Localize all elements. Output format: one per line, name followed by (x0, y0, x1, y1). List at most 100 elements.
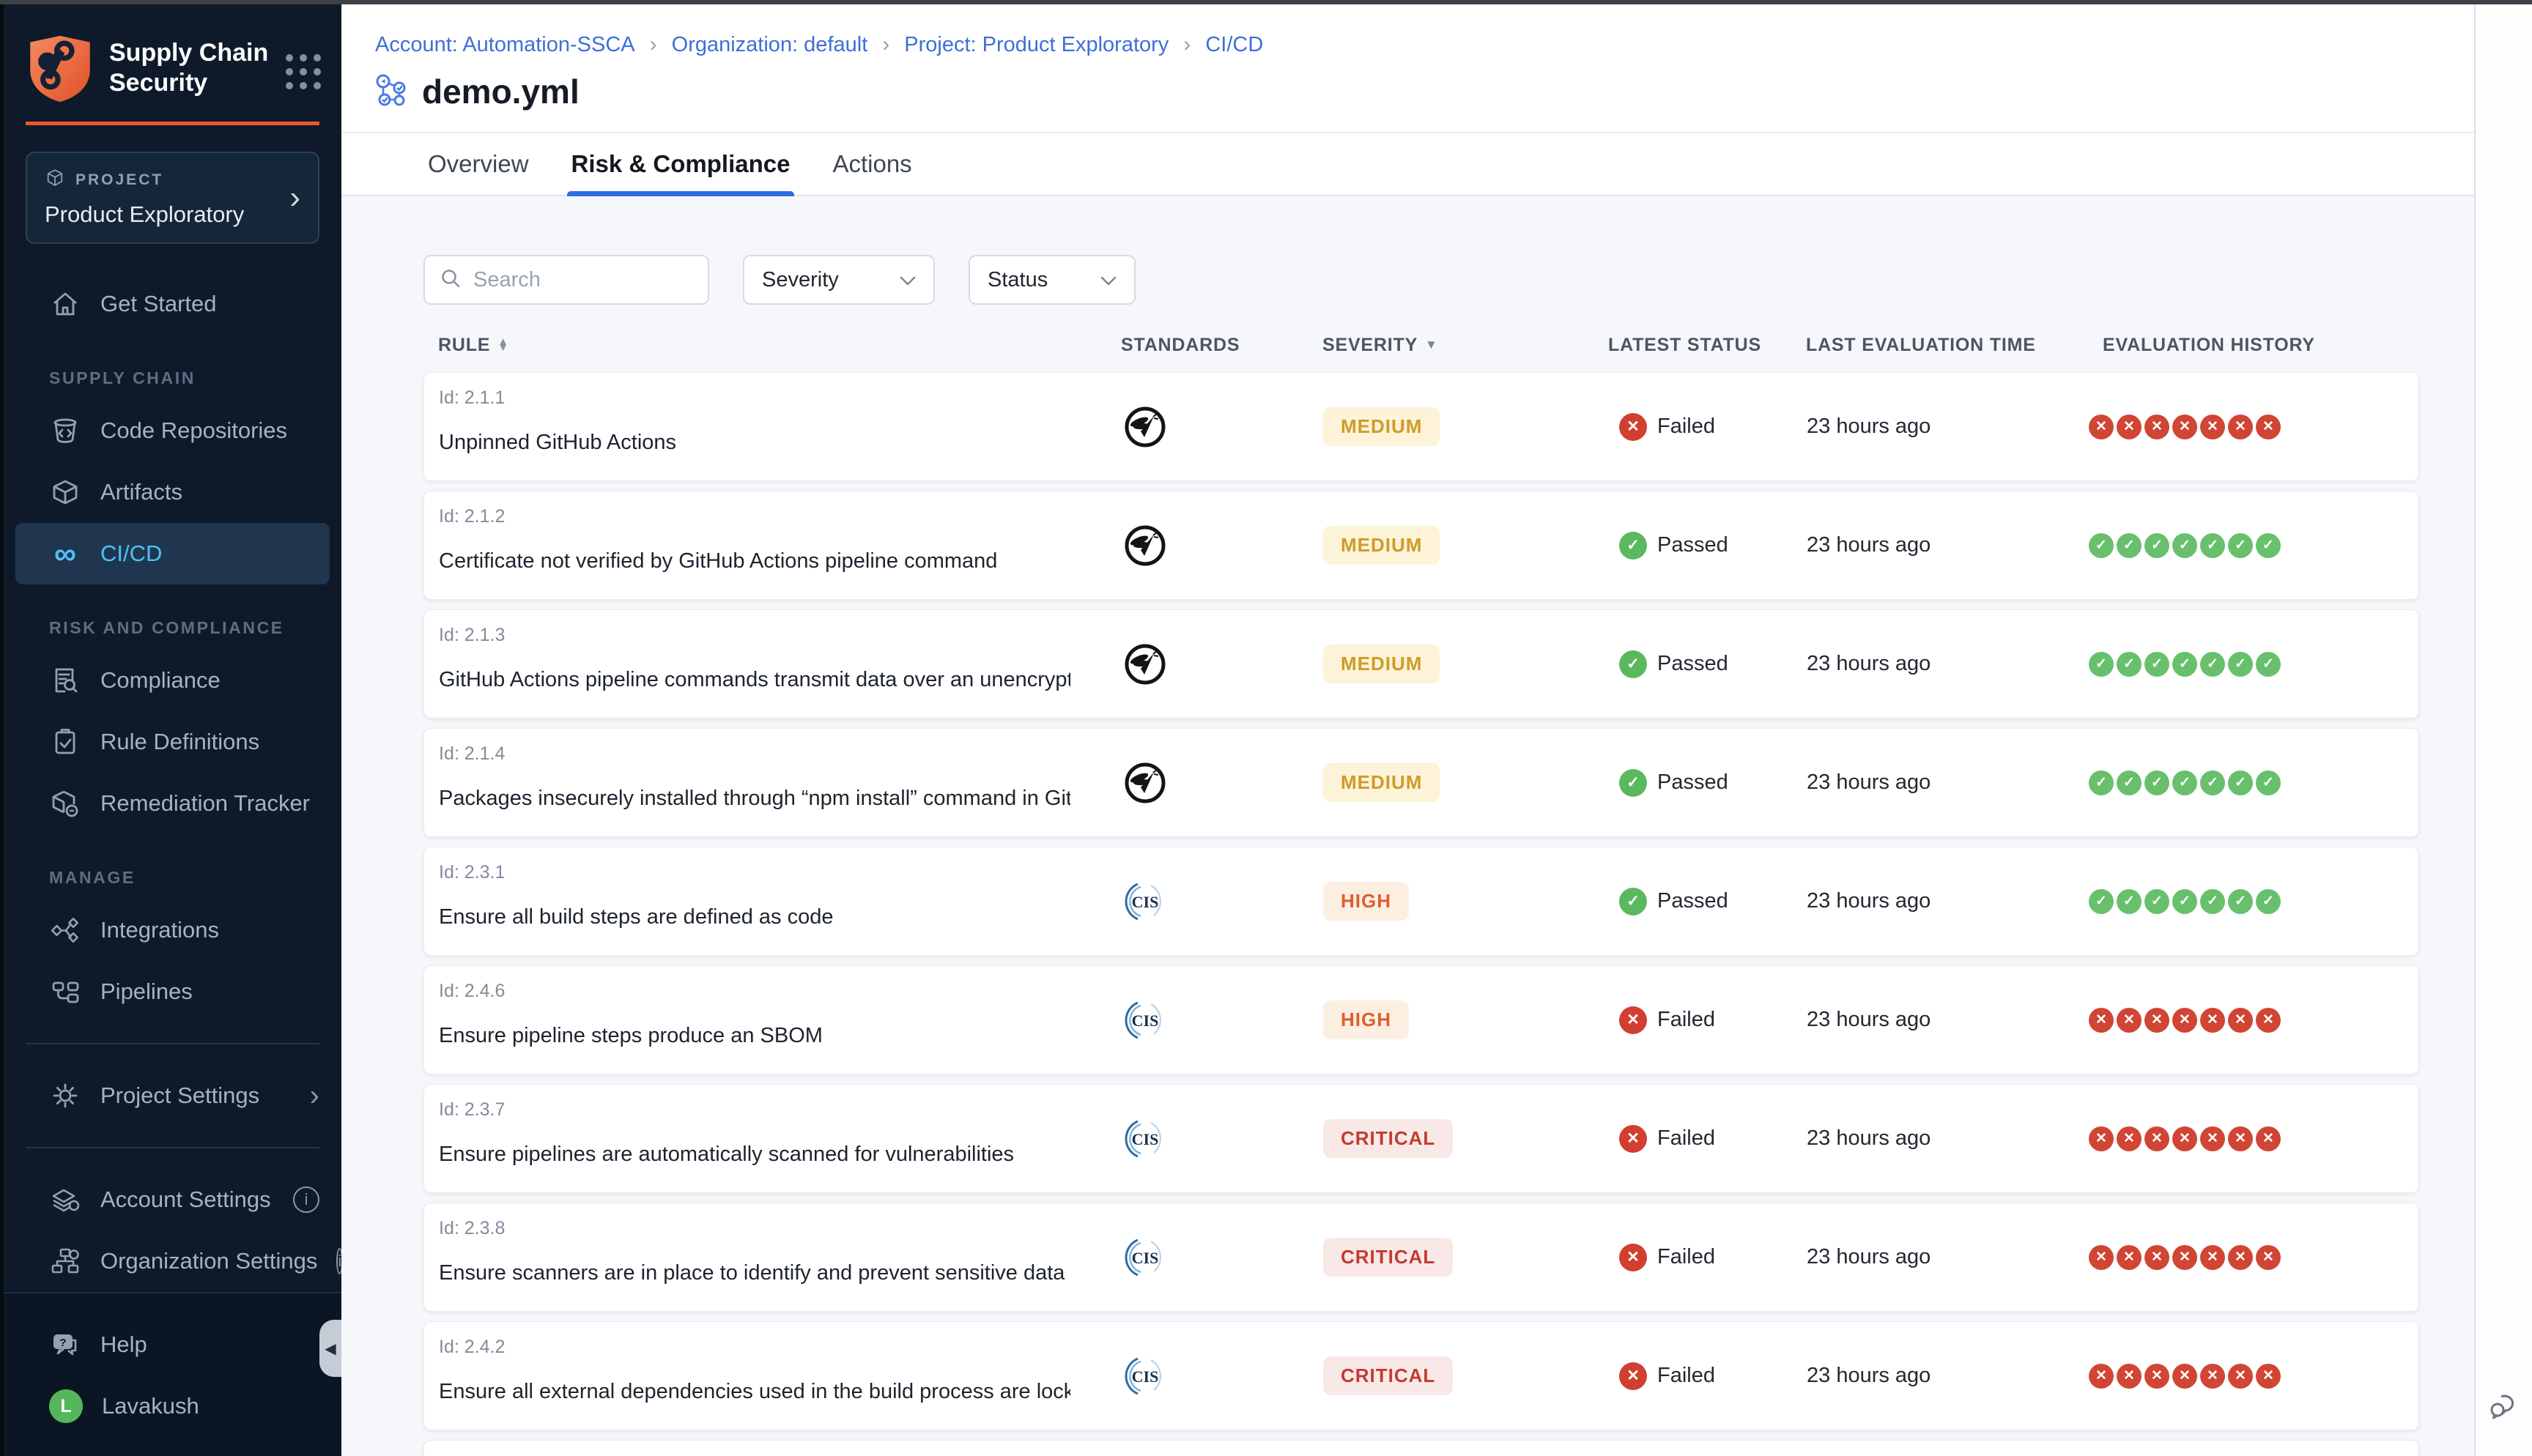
history-failed-icon[interactable]: ✕ (2144, 1364, 2169, 1389)
history-failed-icon[interactable]: ✕ (2228, 1126, 2253, 1151)
history-passed-icon[interactable]: ✓ (2144, 889, 2169, 914)
history-passed-icon[interactable]: ✓ (2144, 533, 2169, 558)
history-failed-icon[interactable]: ✕ (2200, 1364, 2225, 1389)
history-passed-icon[interactable]: ✓ (2256, 889, 2281, 914)
history-failed-icon[interactable]: ✕ (2172, 1245, 2197, 1270)
sidebar-item-artifacts[interactable]: Artifacts (4, 461, 341, 523)
history-failed-icon[interactable]: ✕ (2256, 1008, 2281, 1033)
history-failed-icon[interactable]: ✕ (2089, 1126, 2114, 1151)
app-grid-icon[interactable] (286, 54, 321, 89)
history-passed-icon[interactable]: ✓ (2172, 889, 2197, 914)
history-passed-icon[interactable]: ✓ (2200, 770, 2225, 795)
sidebar-item-remediation-tracker[interactable]: Remediation Tracker (4, 773, 341, 834)
breadcrumb-link[interactable]: Account: Automation-SSCA (375, 33, 635, 57)
sidebar-item-get-started[interactable]: Get Started (4, 273, 341, 335)
breadcrumb-link[interactable]: CI/CD (1205, 33, 1263, 57)
tab-overview[interactable]: Overview (423, 133, 533, 195)
history-passed-icon[interactable]: ✓ (2117, 889, 2142, 914)
history-failed-icon[interactable]: ✕ (2117, 415, 2142, 439)
table-row[interactable]: Id: 2.1.1 Unpinned GitHub Actions CIS (423, 372, 2419, 481)
history-failed-icon[interactable]: ✕ (2089, 1245, 2114, 1270)
history-passed-icon[interactable]: ✓ (2172, 770, 2197, 795)
history-failed-icon[interactable]: ✕ (2089, 1364, 2114, 1389)
history-failed-icon[interactable]: ✕ (2144, 1245, 2169, 1270)
sort-desc-icon[interactable]: ▼ (1425, 338, 1438, 352)
history-failed-icon[interactable]: ✕ (2172, 1364, 2197, 1389)
history-passed-icon[interactable]: ✓ (2256, 770, 2281, 795)
sidebar-item-cicd[interactable]: ∞ CI/CD (15, 523, 330, 584)
search-box[interactable] (423, 255, 709, 305)
table-row[interactable]: Id: 2.1.2 Certificate not verified by Gi… (423, 491, 2419, 600)
tab-actions[interactable]: Actions (828, 133, 916, 195)
sidebar-item-code-repositories[interactable]: Code Repositories (4, 400, 341, 461)
table-row[interactable]: Id: 3.1.7 CIS CRITICAL (423, 1440, 2419, 1456)
history-failed-icon[interactable]: ✕ (2200, 415, 2225, 439)
sidebar-item-organization-settings[interactable]: Organization Settings i (4, 1230, 341, 1292)
history-passed-icon[interactable]: ✓ (2228, 533, 2253, 558)
sidebar-item-user[interactable]: L Lavakush (4, 1375, 341, 1437)
table-row[interactable]: Id: 2.1.4 Packages insecurely installed … (423, 728, 2419, 837)
history-passed-icon[interactable]: ✓ (2228, 770, 2253, 795)
history-failed-icon[interactable]: ✕ (2200, 1245, 2225, 1270)
history-passed-icon[interactable]: ✓ (2117, 533, 2142, 558)
sidebar-item-project-settings[interactable]: Project Settings › (4, 1065, 341, 1126)
sidebar-collapse-handle[interactable]: ◀ (319, 1320, 341, 1377)
history-passed-icon[interactable]: ✓ (2144, 770, 2169, 795)
history-failed-icon[interactable]: ✕ (2228, 1364, 2253, 1389)
info-icon[interactable]: i (336, 1248, 341, 1274)
history-passed-icon[interactable]: ✓ (2228, 652, 2253, 677)
history-passed-icon[interactable]: ✓ (2089, 533, 2114, 558)
history-failed-icon[interactable]: ✕ (2117, 1126, 2142, 1151)
history-failed-icon[interactable]: ✕ (2089, 1008, 2114, 1033)
table-row[interactable]: Id: 2.3.8 Ensure scanners are in place t… (423, 1203, 2419, 1312)
history-passed-icon[interactable]: ✓ (2256, 652, 2281, 677)
history-passed-icon[interactable]: ✓ (2200, 533, 2225, 558)
history-failed-icon[interactable]: ✕ (2117, 1008, 2142, 1033)
history-failed-icon[interactable]: ✕ (2228, 1008, 2253, 1033)
project-selector[interactable]: PROJECT Product Exploratory › (26, 152, 319, 244)
history-failed-icon[interactable]: ✕ (2172, 1008, 2197, 1033)
history-passed-icon[interactable]: ✓ (2144, 652, 2169, 677)
history-failed-icon[interactable]: ✕ (2228, 1245, 2253, 1270)
history-failed-icon[interactable]: ✕ (2200, 1008, 2225, 1033)
search-input[interactable] (473, 268, 693, 292)
history-failed-icon[interactable]: ✕ (2256, 1364, 2281, 1389)
history-passed-icon[interactable]: ✓ (2200, 889, 2225, 914)
history-failed-icon[interactable]: ✕ (2144, 1008, 2169, 1033)
table-row[interactable]: Id: 2.4.2 Ensure all external dependenci… (423, 1321, 2419, 1430)
history-failed-icon[interactable]: ✕ (2228, 415, 2253, 439)
breadcrumb-link[interactable]: Project: Product Exploratory (904, 33, 1169, 57)
sidebar-item-help[interactable]: ? Help (4, 1314, 341, 1375)
status-filter[interactable]: Status (969, 255, 1136, 305)
table-row[interactable]: Id: 2.3.7 Ensure pipelines are automatic… (423, 1084, 2419, 1193)
sort-icon[interactable]: ▲▼ (497, 339, 509, 352)
history-failed-icon[interactable]: ✕ (2117, 1364, 2142, 1389)
history-failed-icon[interactable]: ✕ (2256, 1245, 2281, 1270)
history-passed-icon[interactable]: ✓ (2200, 652, 2225, 677)
column-rule[interactable]: RULE ▲▼ (423, 335, 1092, 356)
table-row[interactable]: Id: 2.1.3 GitHub Actions pipeline comman… (423, 609, 2419, 718)
history-passed-icon[interactable]: ✓ (2172, 652, 2197, 677)
history-failed-icon[interactable]: ✕ (2172, 415, 2197, 439)
sidebar-item-integrations[interactable]: Integrations (4, 899, 341, 961)
sidebar-item-pipelines[interactable]: Pipelines (4, 961, 341, 1022)
history-passed-icon[interactable]: ✓ (2172, 533, 2197, 558)
chat-assistant-icon[interactable] (2487, 1388, 2522, 1427)
history-failed-icon[interactable]: ✕ (2144, 415, 2169, 439)
history-passed-icon[interactable]: ✓ (2089, 770, 2114, 795)
tab-risk-compliance[interactable]: Risk & Compliance (567, 133, 795, 195)
table-row[interactable]: Id: 2.4.6 Ensure pipeline steps produce … (423, 965, 2419, 1074)
history-passed-icon[interactable]: ✓ (2089, 889, 2114, 914)
info-icon[interactable]: i (293, 1186, 319, 1213)
history-passed-icon[interactable]: ✓ (2256, 533, 2281, 558)
history-failed-icon[interactable]: ✕ (2089, 415, 2114, 439)
history-passed-icon[interactable]: ✓ (2117, 770, 2142, 795)
history-failed-icon[interactable]: ✕ (2256, 1126, 2281, 1151)
breadcrumb-link[interactable]: Organization: default (672, 33, 868, 57)
sidebar-item-account-settings[interactable]: Account Settings i (4, 1169, 341, 1230)
severity-filter[interactable]: Severity (743, 255, 935, 305)
history-failed-icon[interactable]: ✕ (2172, 1126, 2197, 1151)
history-passed-icon[interactable]: ✓ (2228, 889, 2253, 914)
sidebar-item-compliance[interactable]: Compliance (4, 650, 341, 711)
sidebar-item-rule-definitions[interactable]: Rule Definitions (4, 711, 341, 773)
